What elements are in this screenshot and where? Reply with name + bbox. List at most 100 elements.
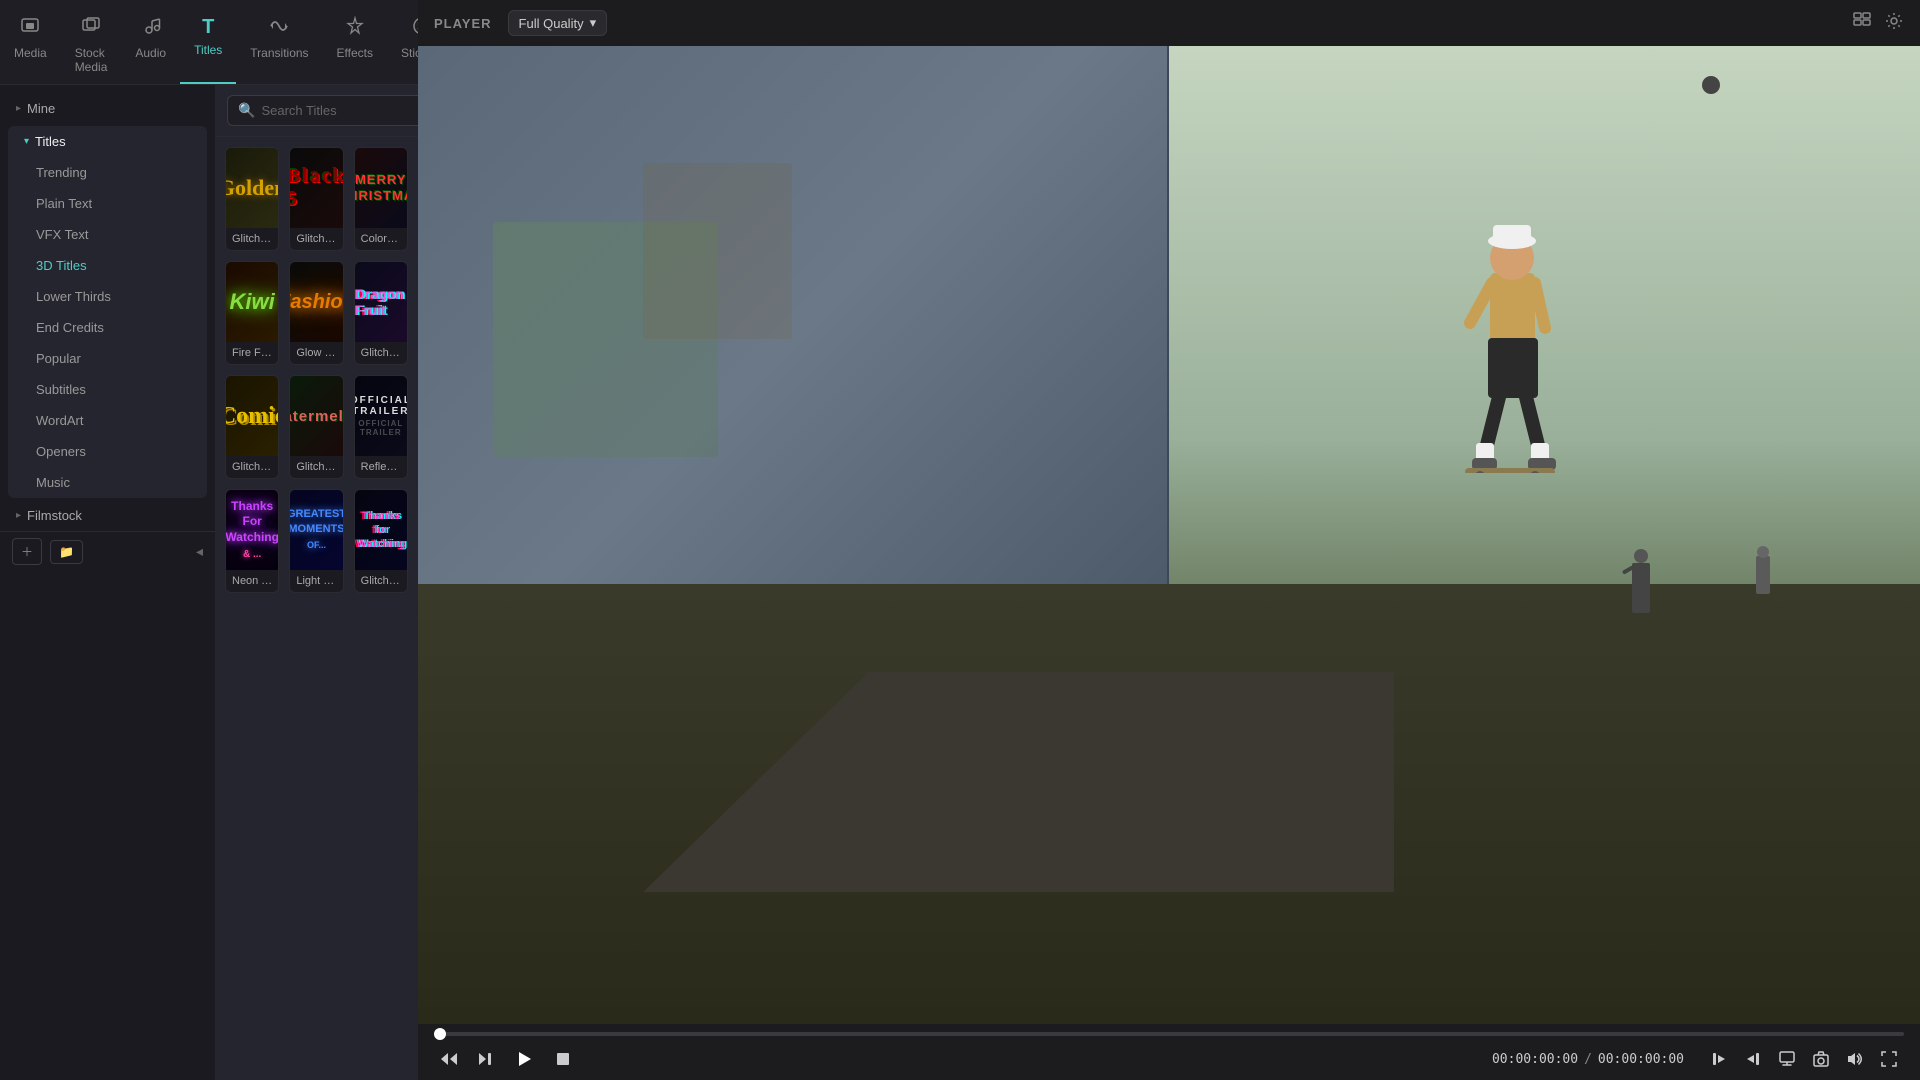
label-glitch-wasted: Glitch Wasted [355, 342, 407, 364]
title-card-glitch-i-will-be-back[interactable]: Black 5 Glitch I Will Be Back [289, 147, 343, 251]
chevron-down-quality [590, 15, 597, 31]
title-card-glow-wake-up[interactable]: Fashion Glow Wake up [289, 261, 343, 365]
step-forward-button[interactable] [472, 1046, 502, 1072]
tab-stock-media[interactable]: Stock Media [61, 8, 122, 84]
titles-panel: 🔍 Selec... ▾ ··· Golden Glit [215, 85, 418, 1080]
thumb-neon-thanks-for-watching: Thanks ForWatching& ... [226, 490, 278, 570]
controls-row: 00:00:00:00 / 00:00:00:00 [434, 1046, 1904, 1072]
label-glitch-life-record: Glitch Life Record [226, 228, 278, 250]
mark-in-button[interactable] [1704, 1046, 1734, 1072]
effects-icon [345, 16, 365, 42]
sidebar-section-mine[interactable]: ▸ Mine [0, 93, 215, 124]
time-display: 00:00:00:00 / 00:00:00:00 [1492, 1052, 1684, 1067]
settings-button[interactable] [1884, 11, 1904, 36]
thumb-glitch-thanks-for-watching: Thanks forWatching [355, 490, 407, 570]
player-header-right [1852, 11, 1904, 36]
thumb-glow-wake-up: Fashion [290, 262, 342, 342]
chevron-right-mine: ▸ [16, 103, 21, 114]
player-controls: 00:00:00:00 / 00:00:00:00 [418, 1024, 1920, 1080]
main-content-area: ▸ Mine ▾ Titles Trending Plain Text VFX … [0, 85, 418, 1080]
play-button[interactable] [510, 1046, 540, 1072]
tab-transitions[interactable]: Transitions [236, 8, 322, 84]
controls-right [1704, 1046, 1904, 1072]
title-card-colorful-retro[interactable]: MERRYCHRISTMAS Colorful Retro [354, 147, 408, 251]
left-panel: Media Stock Media Audio [0, 0, 418, 1080]
quality-selector[interactable]: Full Quality [508, 10, 608, 36]
search-box: 🔍 [227, 95, 418, 126]
sidebar-item-openers[interactable]: Openers [8, 436, 207, 467]
player-label: PLAYER [434, 16, 492, 31]
time-separator: / [1584, 1052, 1592, 1067]
title-card-glitch-thanks[interactable]: Comic Glitch Thanks [225, 375, 279, 479]
label-glitch-subscribe: Glitch SUBSCRIBE [290, 456, 342, 478]
sidebar-item-wordart[interactable]: WordArt [8, 405, 207, 436]
thumb-glitch-wasted: Dragon Fruit [355, 262, 407, 342]
title-card-glitch-wasted[interactable]: Dragon Fruit Glitch Wasted [354, 261, 408, 365]
sidebar-item-trending[interactable]: Trending [8, 157, 207, 188]
sidebar-section-titles-header[interactable]: ▾ Titles [8, 126, 207, 157]
tab-media[interactable]: Media [0, 8, 61, 84]
transitions-icon [269, 16, 289, 42]
tab-audio[interactable]: Audio [121, 8, 180, 84]
expand-button[interactable] [1874, 1046, 1904, 1072]
progress-bar[interactable] [434, 1032, 1904, 1036]
sidebar-item-lower-thirds[interactable]: Lower Thirds [8, 281, 207, 312]
snapshot-button[interactable] [1806, 1046, 1836, 1072]
label-glitch-thanks-for-watching: Glitch Thanks for Watching [355, 570, 407, 592]
volume-button[interactable] [1840, 1046, 1870, 1072]
thumb-glitch-thanks: Comic [226, 376, 278, 456]
sidebar-item-end-credits[interactable]: End Credits [8, 312, 207, 343]
thumb-light-greatest-moments: GREATESTMOMENTSOF... [290, 490, 342, 570]
preview-in-player-button[interactable] [1772, 1046, 1802, 1072]
label-neon-thanks-for-watching: Neon Thanks For Watching [226, 570, 278, 592]
sidebar-item-popular[interactable]: Popular [8, 343, 207, 374]
thumb-fire-fear-nothing: Kiwi [226, 262, 278, 342]
label-light-greatest-moments: Light Greatest Moments [290, 570, 342, 592]
thumb-glitch-subscribe: Watermelon [290, 376, 342, 456]
video-canvas [418, 46, 1920, 1024]
title-card-reflection-official-trailer[interactable]: OFFICIAL TRAILER OFFICIAL TRAILER Reflec… [354, 375, 408, 479]
title-card-light-greatest-moments[interactable]: GREATESTMOMENTSOF... Light Greatest Mome… [289, 489, 343, 593]
chevron-right-filmstock: ▸ [16, 510, 21, 521]
sidebar-item-music[interactable]: Music [8, 467, 207, 498]
tab-effects[interactable]: Effects [323, 8, 387, 84]
title-card-fire-fear-nothing[interactable]: Kiwi Fire Fear Nothing [225, 261, 279, 365]
rewind-button[interactable] [434, 1046, 464, 1072]
folder-button[interactable]: 📁 [50, 540, 83, 564]
media-icon [20, 16, 40, 42]
sidebar-section-titles-label: Titles [35, 134, 66, 149]
quality-selected: Full Quality [519, 16, 584, 31]
sidebar-section-filmstock-label: Filmstock [27, 508, 82, 523]
tab-titles-label: Titles [194, 43, 222, 57]
stop-button[interactable] [548, 1046, 578, 1072]
time-total: 00:00:00:00 [1598, 1052, 1684, 1067]
gallery-view-button[interactable] [1852, 11, 1872, 36]
collapse-sidebar-button[interactable]: ◂ [196, 543, 203, 560]
time-current: 00:00:00:00 [1492, 1052, 1578, 1067]
thumb-glitch-life-record: Golden [226, 148, 278, 228]
sidebar: ▸ Mine ▾ Titles Trending Plain Text VFX … [0, 85, 215, 1080]
title-card-neon-thanks-for-watching[interactable]: Thanks ForWatching& ... Neon Thanks For … [225, 489, 279, 593]
sidebar-item-plain-text[interactable]: Plain Text [8, 188, 207, 219]
title-card-glitch-life-record[interactable]: Golden Glitch Life Record [225, 147, 279, 251]
audio-icon [141, 16, 161, 42]
search-input[interactable] [261, 103, 418, 118]
sidebar-item-vfx-text[interactable]: VFX Text [8, 219, 207, 250]
add-media-button[interactable]: ＋ [12, 538, 42, 565]
progress-indicator[interactable] [434, 1028, 446, 1040]
sidebar-section-filmstock[interactable]: ▸ Filmstock [0, 500, 215, 531]
title-card-glitch-thanks-for-watching[interactable]: Thanks forWatching Glitch Thanks for Wat… [354, 489, 408, 593]
label-glow-wake-up: Glow Wake up [290, 342, 342, 364]
sidebar-item-3d-titles[interactable]: 3D Titles [8, 250, 207, 281]
mark-out-button[interactable] [1738, 1046, 1768, 1072]
label-glitch-thanks: Glitch Thanks [226, 456, 278, 478]
sidebar-item-subtitles[interactable]: Subtitles [8, 374, 207, 405]
player-area: PLAYER Full Quality [418, 0, 1920, 1080]
titles-grid: Golden Glitch Life Record Black 5 Glitch… [215, 137, 418, 1080]
tab-titles[interactable]: T Titles [180, 8, 236, 84]
thumb-glitch-i-will-be-back: Black 5 [290, 148, 342, 228]
title-card-glitch-subscribe[interactable]: Watermelon Glitch SUBSCRIBE [289, 375, 343, 479]
thumb-colorful-retro: MERRYCHRISTMAS [355, 148, 407, 228]
tab-transitions-label: Transitions [250, 46, 308, 60]
label-colorful-retro: Colorful Retro [355, 228, 407, 250]
